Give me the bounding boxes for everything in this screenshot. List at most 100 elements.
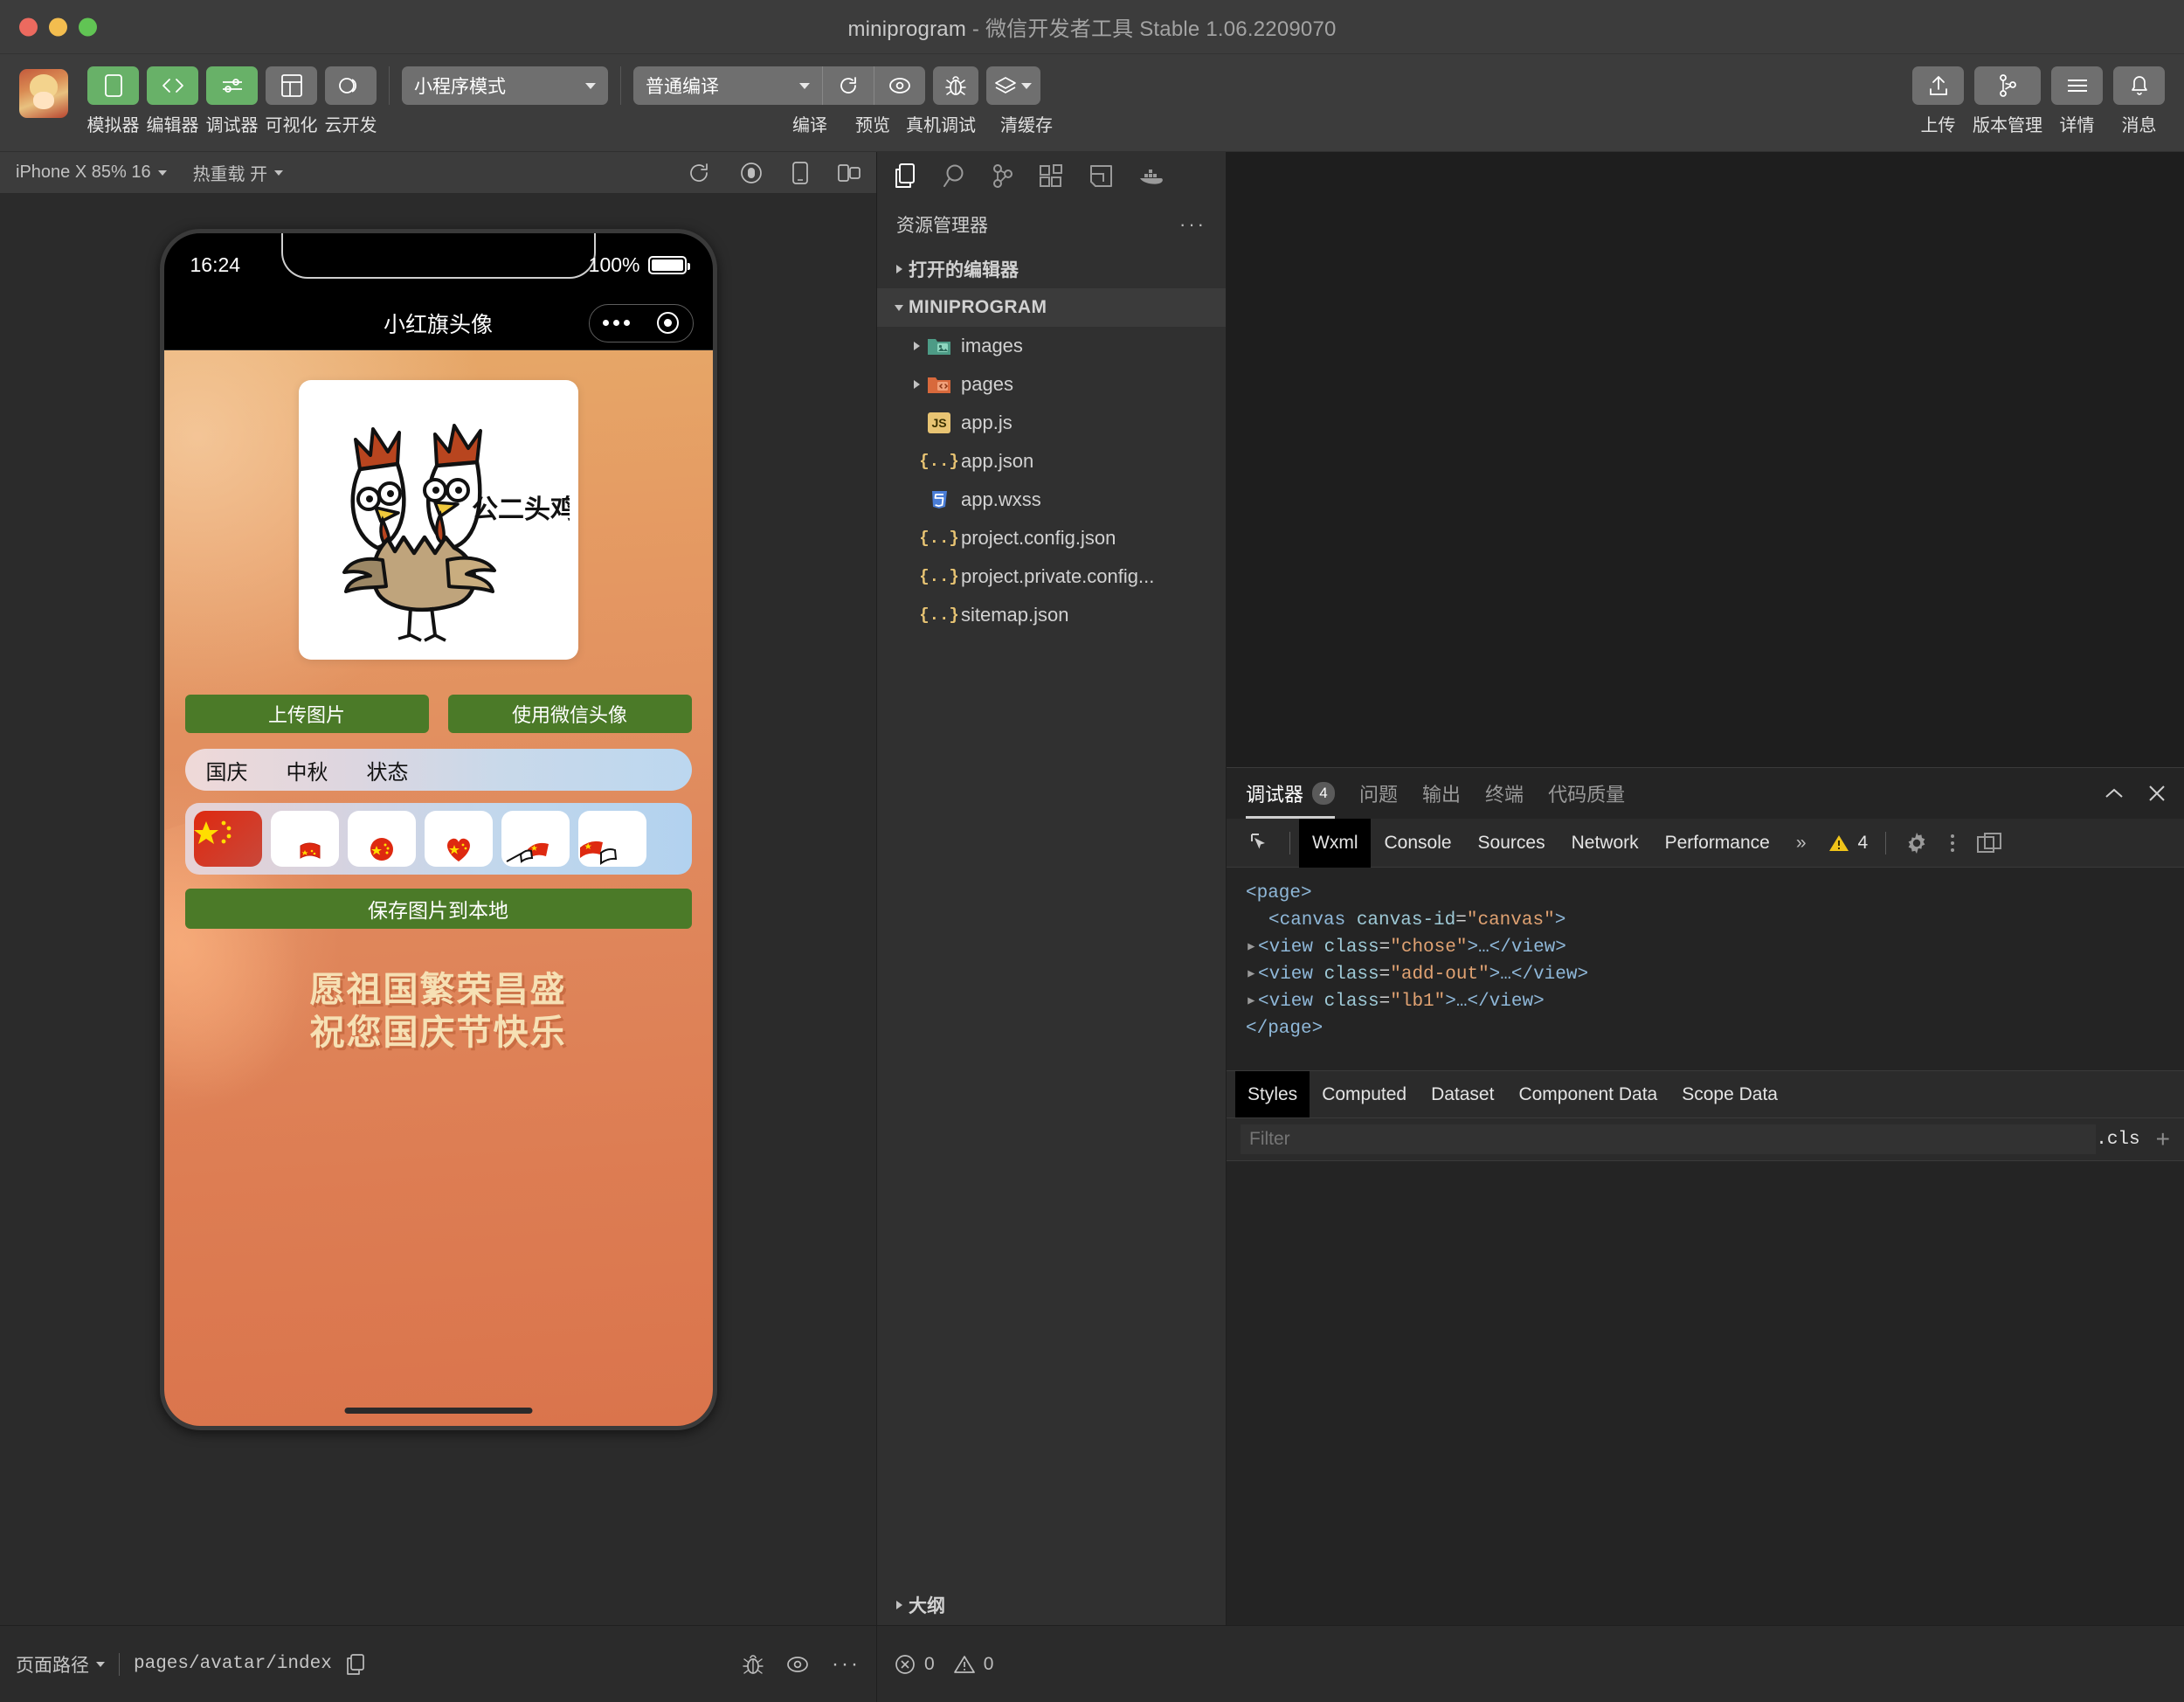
toolbar-item-version[interactable]: 版本管理 (1973, 66, 2042, 136)
styles-filter-input[interactable] (1241, 1124, 2097, 1154)
branch-icon[interactable] (1974, 66, 2041, 105)
wechat-capsule[interactable] (588, 303, 694, 342)
panel-tab-debugger[interactable]: 调试器 4 (1246, 768, 1336, 819)
chevron-up-icon[interactable] (2104, 786, 2125, 800)
cls-button[interactable]: .cls (2096, 1130, 2139, 1150)
code-icon[interactable] (147, 66, 198, 105)
tab-guoqing[interactable]: 国庆 (206, 755, 248, 785)
device-icon[interactable] (792, 161, 808, 184)
toolbar-item-visual[interactable]: 可视化 (266, 66, 318, 136)
upload-image-button[interactable]: 上传图片 (184, 695, 429, 733)
tab-zhuangtai[interactable]: 状态 (367, 755, 409, 785)
multiscreen-icon[interactable] (838, 162, 860, 184)
rotate-icon[interactable] (688, 162, 710, 184)
thumbnail-flag-heart[interactable] (424, 811, 493, 867)
thumbnail-flag-corner[interactable] (270, 811, 339, 867)
file-item-app-js[interactable]: JS app.js (877, 404, 1226, 442)
hot-reload-select[interactable]: 热重载 开 (193, 160, 284, 185)
docker-icon[interactable] (1138, 165, 1165, 186)
eye-icon[interactable] (786, 1655, 809, 1674)
file-item-app-json[interactable]: {..} app.json (877, 442, 1226, 481)
close-window-button[interactable] (19, 17, 38, 36)
search-icon[interactable] (943, 163, 966, 189)
layout-icon[interactable] (266, 66, 317, 105)
devtools-tab-console[interactable]: Console (1371, 819, 1464, 868)
styles-tab-scope-data[interactable]: Scope Data (1669, 1071, 1790, 1118)
thumbnail-flag-hand[interactable] (501, 811, 570, 867)
explorer-outline-section[interactable]: 大纲 (877, 1585, 1226, 1625)
inspect-element-icon[interactable] (1239, 833, 1281, 854)
toolbar-item-cloud[interactable]: 云开发 (325, 66, 377, 136)
page-path-select[interactable]: 页面路径 (16, 1651, 105, 1678)
bug-icon[interactable] (743, 1653, 764, 1676)
phone-icon[interactable] (87, 66, 139, 105)
devtools-warning-indicator[interactable]: 4 (1820, 833, 1877, 854)
dock-side-icon[interactable] (1966, 832, 2012, 854)
file-item-sitemap[interactable]: {..} sitemap.json (877, 596, 1226, 634)
styles-tab-component-data[interactable]: Component Data (1506, 1071, 1669, 1118)
devtools-tab-sources[interactable]: Sources (1465, 819, 1559, 868)
panel-tab-code-quality[interactable]: 代码质量 (1548, 768, 1625, 819)
minimize-window-button[interactable] (49, 17, 67, 36)
toolbar-item-debugger[interactable]: 调试器 (206, 66, 259, 136)
eye-icon[interactable] (874, 66, 925, 105)
close-circle-icon[interactable] (657, 312, 679, 334)
styles-tab-styles[interactable]: Styles (1235, 1070, 1310, 1118)
add-style-rule-button[interactable]: + (2156, 1125, 2170, 1153)
file-item-images[interactable]: images (877, 327, 1226, 365)
error-indicator[interactable]: 0 (895, 1654, 935, 1675)
bell-icon[interactable] (2113, 66, 2165, 105)
toolbar-item-messages[interactable]: 消息 (2113, 66, 2165, 136)
refresh-icon[interactable] (823, 66, 874, 105)
avatar-preview-card[interactable]: 公二头鸡 (298, 380, 578, 660)
thumbnail-flag-circle[interactable] (347, 811, 416, 867)
file-item-pages[interactable]: pages (877, 365, 1226, 404)
panel-tab-terminal[interactable]: 终端 (1485, 768, 1524, 819)
devtools-tab-network[interactable]: Network (1559, 819, 1652, 868)
devtools-tab-performance[interactable]: Performance (1652, 819, 1783, 868)
section-open-editors[interactable]: 打开的编辑器 (877, 250, 1226, 288)
upload-icon[interactable] (1912, 66, 1964, 105)
section-miniprogram[interactable]: MINIPROGRAM (877, 288, 1226, 327)
thumbnail-flag-hand-2[interactable] (577, 811, 646, 867)
close-icon[interactable] (2147, 784, 2167, 803)
device-select[interactable]: iPhone X 85% 16 (16, 163, 167, 183)
panel-tab-output[interactable]: 输出 (1422, 768, 1461, 819)
layout-editor-icon[interactable] (1089, 163, 1114, 189)
mode-select[interactable]: 小程序模式 (402, 66, 608, 105)
editor-area[interactable] (1227, 152, 2184, 767)
gear-icon[interactable] (1895, 832, 1939, 854)
explorer-more-icon[interactable]: ··· (1179, 213, 1206, 236)
layers-icon[interactable] (986, 66, 1040, 105)
tab-zhongqiu[interactable]: 中秋 (287, 755, 328, 785)
panel-tab-problems[interactable]: 问题 (1359, 768, 1398, 819)
compile-select[interactable]: 普通编译 (633, 66, 822, 105)
cloud-icon[interactable] (325, 66, 377, 105)
debug-toggle-icon[interactable] (206, 66, 258, 105)
more-icon[interactable]: ··· (832, 1652, 860, 1677)
copy-icon[interactable] (346, 1653, 365, 1675)
thumbnail-flag-full[interactable] (193, 811, 262, 867)
devtools-overflow-button[interactable]: » (1783, 819, 1820, 868)
warning-indicator[interactable]: 0 (953, 1654, 993, 1675)
styles-tab-dataset[interactable]: Dataset (1419, 1071, 1506, 1118)
devtools-tab-wxml[interactable]: Wxml (1299, 818, 1372, 868)
avatar[interactable] (19, 69, 68, 118)
record-icon[interactable] (740, 162, 763, 184)
bug-icon[interactable] (933, 66, 978, 105)
toolbar-item-simulator[interactable]: 模拟器 (87, 66, 140, 136)
extensions-icon[interactable] (1039, 163, 1064, 189)
maximize-window-button[interactable] (79, 17, 97, 36)
menu-icon[interactable] (2051, 66, 2103, 105)
toolbar-item-upload[interactable]: 上传 (1912, 66, 1964, 136)
source-control-icon[interactable] (991, 163, 1014, 189)
more-vertical-icon[interactable] (1939, 832, 1966, 854)
wxml-tree[interactable]: <page> <canvas canvas-id="canvas"> ▸<vie… (1227, 868, 2184, 1070)
file-item-app-wxss[interactable]: app.wxss (877, 481, 1226, 519)
file-item-project-config[interactable]: {..} project.config.json (877, 519, 1226, 557)
styles-tab-computed[interactable]: Computed (1310, 1071, 1419, 1118)
files-icon[interactable] (895, 163, 918, 189)
thumbnail-strip[interactable] (184, 803, 692, 875)
use-wechat-avatar-button[interactable]: 使用微信头像 (447, 695, 692, 733)
save-image-button[interactable]: 保存图片到本地 (184, 889, 692, 929)
